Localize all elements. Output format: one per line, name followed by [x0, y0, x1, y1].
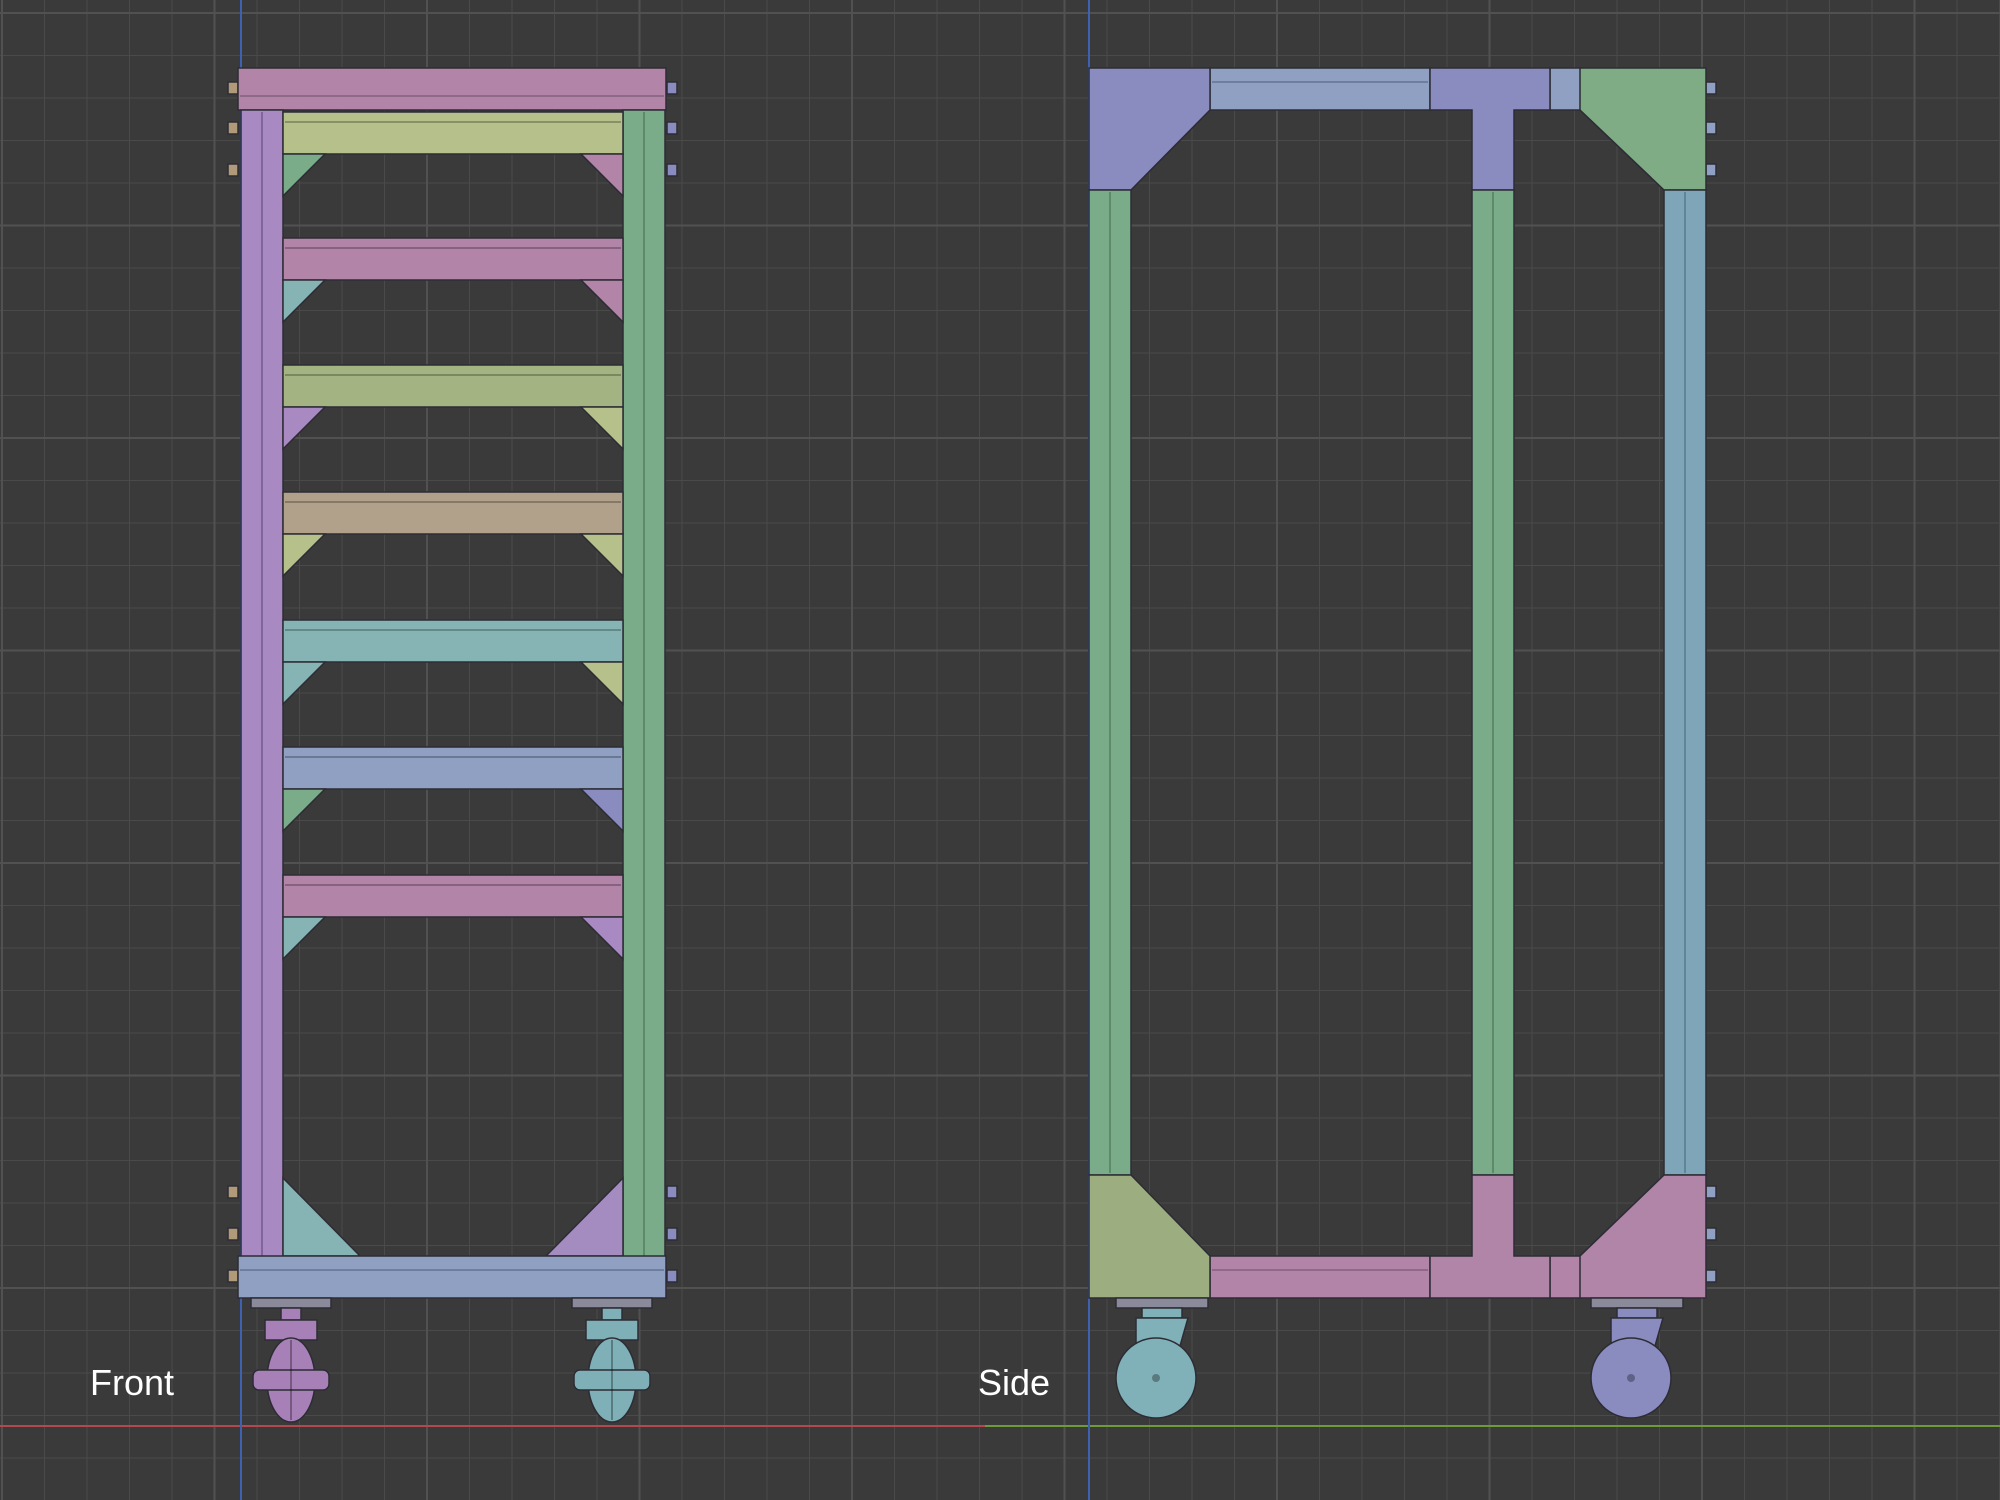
caster-plate — [250, 1297, 332, 1309]
side-bolt — [1705, 81, 1717, 95]
bolt-left — [227, 81, 239, 95]
side-bolt — [1705, 121, 1717, 135]
shelf-beam — [282, 874, 624, 918]
caster-plate — [1115, 1297, 1209, 1309]
side-view-label: Side — [978, 1362, 1051, 1403]
bolt-left — [227, 1227, 239, 1241]
shelf-beam — [282, 237, 624, 281]
bolt-left — [227, 1269, 239, 1283]
bolt-left — [227, 163, 239, 177]
caster-swivel — [1616, 1307, 1658, 1319]
top-beam — [237, 67, 667, 111]
side-bottom-rail — [1209, 1255, 1431, 1299]
caster-fork — [264, 1319, 318, 1341]
side-top-rail-stub — [1549, 67, 1583, 111]
shelf-beam — [282, 491, 624, 535]
caster-swivel — [601, 1307, 623, 1321]
side-bottom-rail-stub — [1549, 1255, 1583, 1299]
bolt-right — [666, 1269, 678, 1283]
side-bolt — [1705, 163, 1717, 177]
side-bolt — [1705, 1227, 1717, 1241]
shelf-beam — [282, 619, 624, 663]
caster-swivel — [280, 1307, 302, 1321]
shelf-beam — [282, 111, 624, 155]
bottom-beam — [237, 1255, 667, 1299]
caster-hub — [1627, 1374, 1635, 1382]
bolt-right — [666, 1227, 678, 1241]
3d-viewport[interactable]: Front Side — [0, 0, 2000, 1500]
viewport-canvas[interactable] — [0, 0, 2000, 1500]
shelf-beam — [282, 746, 624, 790]
bolt-left — [227, 1185, 239, 1199]
bolt-right — [666, 81, 678, 95]
caster-plate — [571, 1297, 653, 1309]
caster-swivel — [1141, 1307, 1183, 1319]
bolt-right — [666, 1185, 678, 1199]
bolt-left — [227, 121, 239, 135]
shelf-beam — [282, 364, 624, 408]
side-bolt — [1705, 1269, 1717, 1283]
front-view-label: Front — [90, 1362, 175, 1403]
side-top-rail — [1209, 67, 1431, 111]
bolt-right — [666, 163, 678, 177]
caster-hub — [1152, 1374, 1160, 1382]
caster-plate — [1590, 1297, 1684, 1309]
side-bolt — [1705, 1185, 1717, 1199]
caster-fork — [585, 1319, 639, 1341]
bolt-right — [666, 121, 678, 135]
